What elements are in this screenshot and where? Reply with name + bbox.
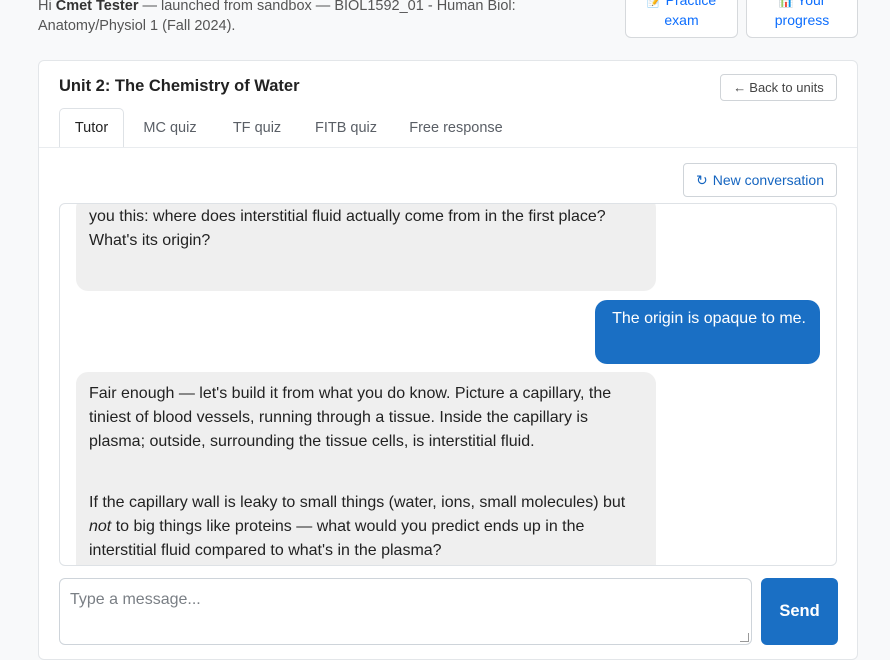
send-button[interactable]: Send	[761, 578, 838, 645]
refresh-icon: ↻	[695, 171, 708, 188]
new-conversation-button[interactable]: ↻ New conversation	[683, 163, 837, 197]
your-progress-button[interactable]: 📊 Your progress	[746, 0, 858, 38]
tab-bar: Tutor MC quiz TF quiz FITB quiz Free res…	[59, 108, 837, 148]
tab-mc-quiz[interactable]: MC quiz	[132, 108, 208, 147]
tab-free-response[interactable]: Free response	[400, 108, 512, 147]
greeting-text: Hi Cmet Tester — launched from sandbox —…	[38, 0, 516, 34]
tutor-message: you this: where does interstitial fluid …	[76, 204, 656, 291]
message-input[interactable]: Type a message...	[59, 578, 752, 645]
divider	[39, 147, 857, 148]
user-name: Cmet Tester	[55, 0, 139, 14]
unit-title: Unit 2: The Chemistry of Water	[59, 77, 300, 95]
practice-exam-button[interactable]: 📝 Practice exam	[625, 0, 738, 38]
tab-fitb-quiz[interactable]: FITB quiz	[306, 108, 386, 147]
user-message: The origin is opaque to me.	[595, 300, 820, 364]
resize-handle-icon[interactable]	[740, 633, 749, 642]
back-to-units-button[interactable]: ← Back to units	[720, 74, 837, 101]
tab-tf-quiz[interactable]: TF quiz	[222, 108, 292, 147]
chat-log[interactable]: you this: where does interstitial fluid …	[59, 203, 837, 566]
tutor-message: Fair enough — let's build it from what y…	[76, 372, 656, 565]
unit-card: Unit 2: The Chemistry of Water ← Back to…	[38, 60, 858, 660]
arrow-left-icon: ←	[733, 80, 747, 95]
memo-icon: 📝	[646, 0, 662, 8]
tab-tutor[interactable]: Tutor	[59, 108, 124, 148]
bar-chart-icon: 📊	[778, 0, 794, 8]
